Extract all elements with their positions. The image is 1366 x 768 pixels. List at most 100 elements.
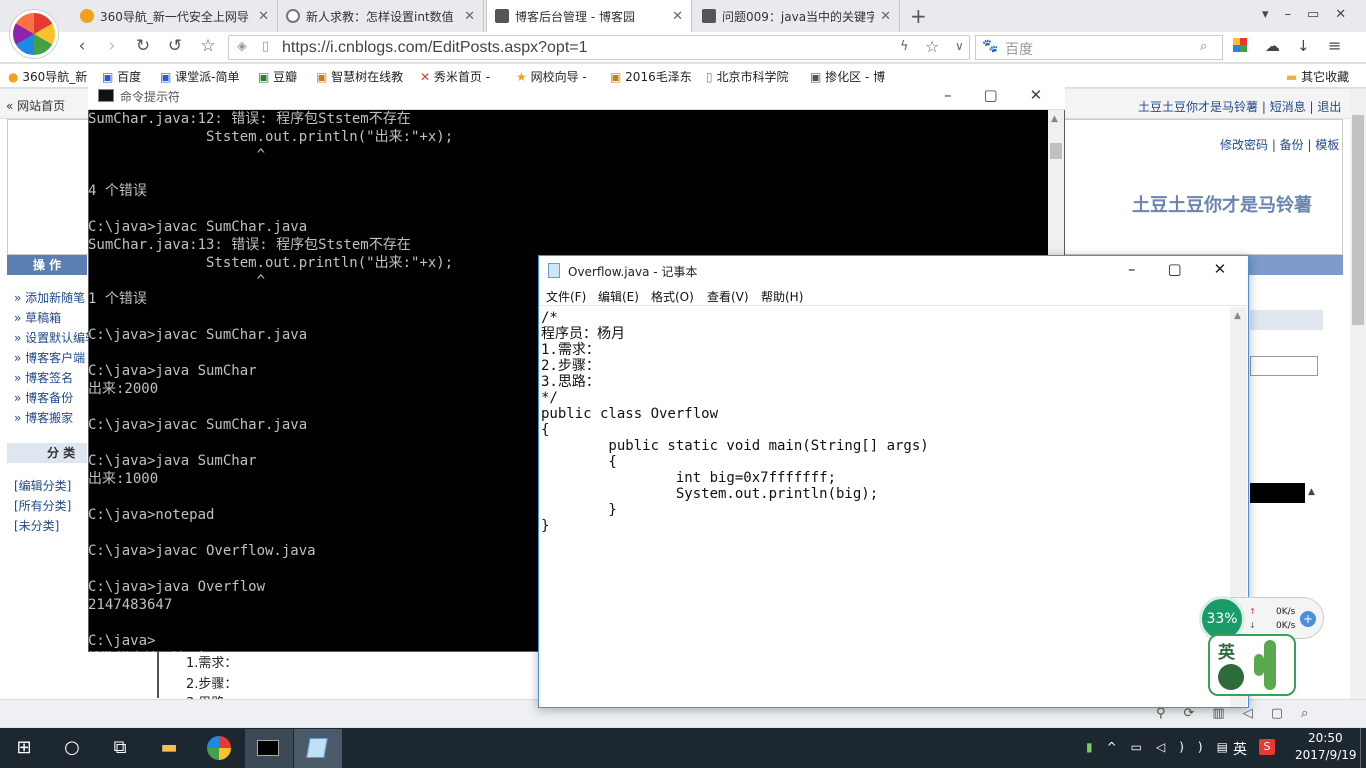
bolt-icon[interactable]: ϟ: [900, 39, 909, 54]
tab-question[interactable]: 新人求教：怎样设置int数值 ✕: [278, 0, 484, 32]
tab-question009[interactable]: 问题009：java当中的关键字 ✕: [694, 0, 900, 32]
category-all[interactable]: [所有分类]: [14, 497, 71, 514]
category-edit[interactable]: [编辑分类]: [14, 477, 71, 494]
chevron-down-icon[interactable]: ∨: [955, 39, 964, 53]
tab-title: 360导航_新一代安全上网导: [100, 9, 249, 24]
left-banner: [7, 119, 89, 255]
search-icon[interactable]: ⌕: [1200, 39, 1207, 54]
task-view-icon[interactable]: ⧉: [108, 736, 132, 760]
browser-360-icon[interactable]: [207, 736, 231, 760]
notepad-window-controls[interactable]: –▢✕: [1128, 260, 1258, 278]
cactus-arm-icon: [1254, 654, 1264, 676]
messages-link[interactable]: 短消息: [1270, 100, 1306, 114]
refresh-icon[interactable]: ↻: [133, 36, 153, 56]
editor-line[interactable]: 2.步骤：: [186, 673, 237, 692]
tab-cnblogs[interactable]: 博客后台管理 - 博客园 ✕: [486, 0, 692, 32]
upload-arrow-icon: ↑: [1249, 607, 1256, 616]
add-icon[interactable]: +: [1300, 611, 1316, 627]
baidu-icon: 🐾: [982, 39, 999, 54]
back-icon[interactable]: ‹: [72, 36, 92, 56]
menu-view[interactable]: 查看(V): [707, 288, 749, 305]
address-url[interactable]: https://i.cnblogs.com/EditPosts.aspx?opt…: [282, 39, 588, 57]
bookmark-other[interactable]: ▬ 其它收藏: [1286, 68, 1349, 85]
close-icon[interactable]: ✕: [880, 9, 891, 24]
tab-title: 博客后台管理 - 博客园: [515, 9, 635, 24]
download-icon[interactable]: ↓: [1297, 37, 1310, 55]
ops-header: 操 作: [7, 255, 87, 275]
download-speed: 0K/s: [1276, 621, 1296, 631]
favorite-icon[interactable]: ☆: [925, 37, 939, 56]
sidebar-item-client[interactable]: » 博客客户端: [14, 349, 85, 366]
category-none[interactable]: [未分类]: [14, 517, 59, 534]
cactus-icon: [1264, 640, 1276, 690]
forward-icon[interactable]: ›: [102, 36, 122, 56]
cmd-titlebar[interactable]: [88, 83, 1065, 110]
tray-icons[interactable]: ▮^▭◁))▤: [1086, 740, 1242, 754]
sidebar-item-default-editor[interactable]: » 设置默认编辑: [14, 329, 97, 346]
menu-icon[interactable]: ≡: [1328, 36, 1341, 55]
sogou-icon[interactable]: S: [1259, 739, 1275, 755]
scroll-up-icon[interactable]: ▲: [1308, 487, 1315, 497]
notepad-app-icon: [306, 738, 328, 758]
apps-icon[interactable]: [1233, 38, 1247, 52]
ime-mode-label[interactable]: 英: [1218, 638, 1235, 663]
menu-edit[interactable]: 编辑(E): [598, 288, 639, 305]
download-arrow-icon: ↓: [1249, 621, 1256, 630]
show-desktop[interactable]: [1360, 728, 1361, 768]
scroll-up-icon[interactable]: ▲: [1051, 114, 1058, 124]
new-tab-button[interactable]: +: [910, 4, 927, 28]
title-input[interactable]: [1250, 356, 1318, 376]
settings-links[interactable]: 修改密码 | 备份 | 模板: [1220, 136, 1339, 153]
search-input[interactable]: 百度: [1005, 39, 1033, 59]
window-controls[interactable]: ▾–▭✕: [1262, 7, 1362, 22]
undo-icon[interactable]: ↺: [165, 36, 185, 56]
user-link[interactable]: 土豆土豆你才是马铃薯: [1138, 100, 1258, 114]
page-scrollbar-thumb[interactable]: [1352, 115, 1364, 325]
close-icon[interactable]: ✕: [672, 9, 683, 24]
tab-title: 新人求教：怎样设置int数值: [306, 9, 454, 24]
right-panel-strip: [1250, 310, 1323, 330]
shield-icon: ◈: [237, 39, 247, 54]
cmd-icon: [98, 89, 114, 102]
sidebar-item-drafts[interactable]: » 草稿箱: [14, 309, 61, 326]
logout-link[interactable]: 退出: [1317, 100, 1341, 114]
scroll-up-icon[interactable]: ▲: [1234, 311, 1241, 321]
sidebar-item-signature[interactable]: » 博客签名: [14, 369, 73, 386]
notepad-editor[interactable]: /* 程序员：杨月 1.需求： 2.步骤： 3.思路： */ public cl…: [541, 310, 1231, 700]
editor-line[interactable]: 1.需求：: [186, 652, 237, 671]
status-icons[interactable]: ⚲⟳▥◁▢⌕: [1156, 706, 1326, 721]
notepad-title: Overflow.java - 记事本: [568, 265, 698, 279]
cmd-window-controls[interactable]: –▢✕: [944, 86, 1074, 104]
search-circle-icon[interactable]: ○: [60, 736, 84, 760]
cloud-icon[interactable]: ☁: [1265, 37, 1280, 55]
start-windows-icon[interactable]: ⊞: [12, 736, 36, 760]
tray-ime-label[interactable]: 英: [1233, 739, 1247, 759]
blog-title: 土豆土豆你才是马铃薯: [1132, 195, 1312, 216]
menu-help[interactable]: 帮助(H): [761, 288, 803, 305]
clock-date[interactable]: 2017/9/19: [1295, 748, 1357, 762]
close-icon[interactable]: ✕: [464, 9, 475, 24]
sidebar-item-backup[interactable]: » 博客备份: [14, 389, 73, 406]
star-icon[interactable]: ☆: [198, 36, 218, 56]
close-icon[interactable]: ✕: [258, 9, 269, 24]
user-links: 土豆土豆你才是马铃薯 | 短消息 | 退出: [1138, 100, 1342, 114]
tab-favicon-icon: [286, 9, 300, 23]
tab-favicon-icon: [702, 9, 716, 23]
home-link[interactable]: « 网站首页: [6, 97, 65, 114]
file-explorer-icon[interactable]: ▬: [157, 736, 181, 760]
tab-favicon-icon: [80, 9, 94, 23]
menu-file[interactable]: 文件(F): [546, 288, 586, 305]
categories-header: 分 类: [7, 443, 87, 463]
notepad-icon: [548, 263, 560, 278]
sidebar-item-new-post[interactable]: » 添加新随笔: [14, 289, 85, 306]
editor-line[interactable]: 3.思路: [186, 692, 224, 699]
tab-360[interactable]: 360导航_新一代安全上网导 ✕: [72, 0, 278, 32]
bookmark-360[interactable]: ● 360导航_新: [8, 68, 87, 85]
sidebar-item-move[interactable]: » 博客搬家: [14, 409, 73, 426]
clock-time[interactable]: 20:50: [1308, 731, 1343, 745]
menu-format[interactable]: 格式(O): [651, 288, 694, 305]
page-icon: ▯: [262, 39, 270, 54]
editor-toolbar-dark: [1250, 483, 1305, 503]
cmd-scrollbar-thumb[interactable]: [1050, 143, 1062, 159]
cmd-title: 命令提示符: [120, 90, 181, 104]
